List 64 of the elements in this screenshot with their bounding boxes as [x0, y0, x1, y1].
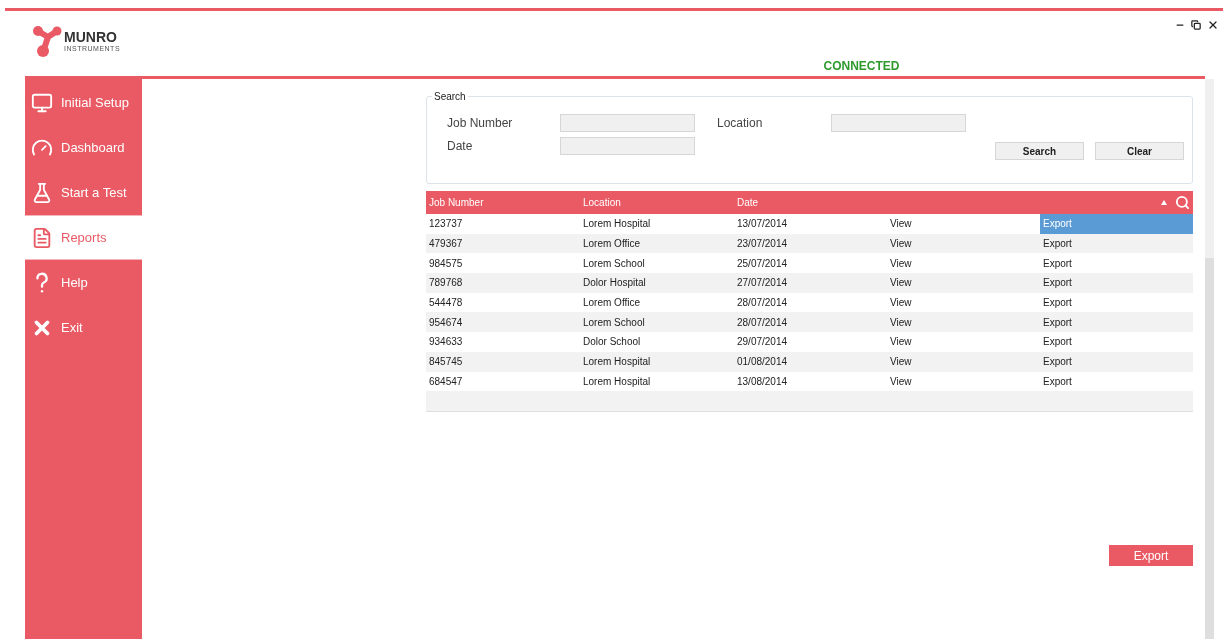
field-label: Location	[717, 115, 764, 132]
table-cell-text: 13/07/2014	[736, 217, 789, 232]
table-cell-text: 23/07/2014	[736, 237, 789, 252]
view-link[interactable]: View	[887, 292, 1040, 313]
table-cell-text: Lorem Hospital	[582, 374, 652, 389]
export-link[interactable]: Export	[1040, 292, 1193, 313]
view-link[interactable]: View	[887, 371, 1040, 392]
table-cell-text: Lorem School	[582, 256, 646, 271]
search-icon[interactable]	[1175, 195, 1190, 210]
table-cell-text: Lorem Hospital	[582, 217, 652, 232]
view-link[interactable]: View	[887, 214, 1040, 234]
field-label: Job Number	[447, 115, 514, 132]
table-cell-text: 29/07/2014	[736, 335, 789, 350]
location-field[interactable]	[831, 114, 966, 132]
table-cell-text: Dolor School	[582, 335, 642, 350]
view-link[interactable]: View	[887, 273, 1040, 293]
restore-icon[interactable]	[1191, 20, 1201, 30]
export-link[interactable]: Export	[1040, 253, 1193, 274]
monitor-icon	[31, 91, 53, 114]
close-icon[interactable]	[1207, 19, 1219, 31]
table-cell-text: 28/07/2014	[736, 315, 789, 330]
table-cell-text: 684547	[428, 374, 464, 389]
table-cell-text: Lorem Hospital	[582, 355, 652, 370]
job-number-field[interactable]	[560, 114, 695, 132]
export-link[interactable]: Export	[1040, 332, 1193, 352]
sort-triangle-icon[interactable]	[1161, 200, 1167, 205]
logo-name: MUNRO	[64, 30, 118, 44]
table-cell-text: 25/07/2014	[736, 256, 789, 271]
export-link[interactable]: Export	[1040, 351, 1193, 372]
table-cell-text: 544478	[428, 296, 464, 311]
date-field[interactable]	[560, 137, 695, 155]
table-cell-text: 984575	[428, 256, 464, 271]
table-cell-text: 789768	[428, 276, 464, 291]
view-link[interactable]: View	[887, 332, 1040, 352]
view-link[interactable]: View	[887, 253, 1040, 274]
view-link[interactable]: View	[887, 312, 1040, 333]
search-button[interactable]: Search	[995, 142, 1084, 160]
table-cell-text: 954674	[428, 315, 464, 330]
document-icon	[31, 226, 53, 249]
sidebar-item[interactable]: Reports	[25, 215, 142, 260]
table-cell-text: Lorem Office	[582, 237, 642, 252]
logo-icon	[32, 25, 62, 57]
view-link[interactable]: View	[887, 233, 1040, 254]
view-link[interactable]: View	[887, 351, 1040, 372]
field-label: Date	[447, 138, 474, 155]
table-cell-text: 28/07/2014	[736, 296, 789, 311]
table-cell-text: Dolor Hospital	[582, 276, 647, 291]
scrollbar[interactable]	[1205, 79, 1214, 639]
export-link[interactable]: Export	[1040, 273, 1193, 293]
table-cell-text: Lorem School	[582, 315, 646, 330]
table-cell-text: 479367	[428, 237, 464, 252]
table-cell-text: 13/08/2014	[736, 374, 789, 389]
table-cell-text: 934633	[428, 335, 464, 350]
export-link[interactable]: Export	[1040, 371, 1193, 392]
table-cell-text: Lorem Office	[582, 296, 642, 311]
export-link[interactable]: Export	[1040, 233, 1193, 254]
flask-icon	[31, 181, 53, 204]
search-button[interactable]: Clear	[1095, 142, 1184, 160]
table-cell-text: 123737	[428, 217, 464, 232]
table-cell-text: 01/08/2014	[736, 355, 789, 370]
table-cell-text: 845745	[428, 355, 464, 370]
table-cell-text: 27/07/2014	[736, 276, 789, 291]
export-link[interactable]: Export	[1040, 312, 1193, 333]
connection-status: CONNECTED	[823, 58, 900, 75]
